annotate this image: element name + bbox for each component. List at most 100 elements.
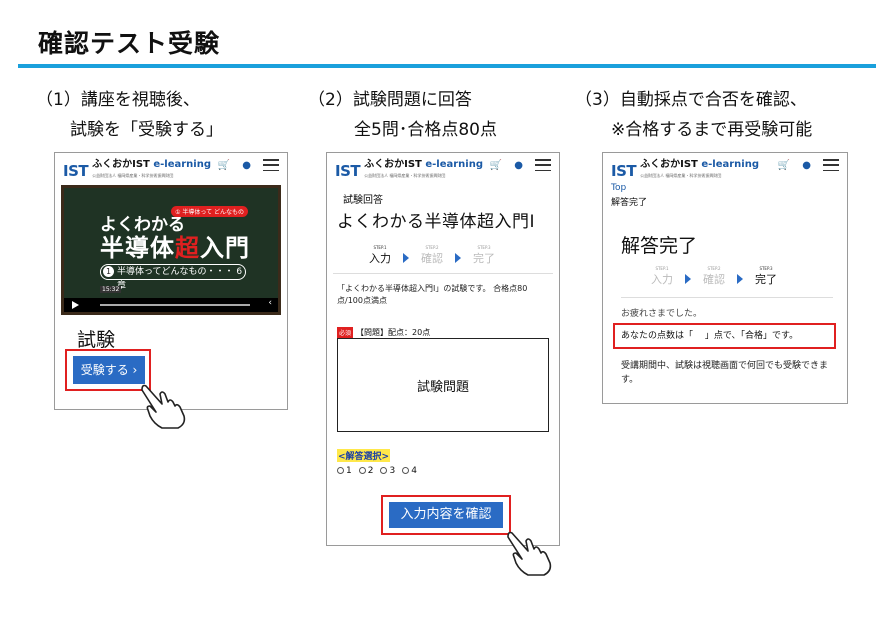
arrow-right-icon [455,253,461,263]
video-badge: ① 半導体って どんなもの [171,206,248,217]
logo-suffix: e-learning [425,159,484,170]
logo-text: ふくおかIST e-learning 公益財団法人 福岡県産業・科学技術振興財団 [364,160,483,181]
question-box: 試験問題 [337,338,549,432]
highlight-box: 受験する › [65,349,151,391]
step1-caption-line2: 試験を「受験する」 [70,120,223,140]
form-stepper: STEP.1 入力 STEP.2 確認 STEP.3 完了 [651,266,777,287]
stepper-step-2: STEP.2 確認 [421,245,443,265]
divider [333,273,553,274]
user-icon[interactable]: ● [242,160,251,171]
step3-caption-line1: （3）自動採点で合否を確認、 [575,90,807,110]
step3-caption: （3）自動採点で合否を確認、 ※合格するまで再受験可能 [575,85,812,145]
logo-name: ふくおかIST [364,159,422,170]
retake-note: 受講期間中、試験は視聴画面で何回でも受験できます。 [621,361,829,385]
answer-option[interactable]: 4 [402,466,417,476]
step3-caption-line2: ※合格するまで再受験可能 [611,120,813,140]
logo-text: ふくおかIST e-learning 公益財団法人 福岡県産業・科学技術振興財団 [640,160,759,181]
chapter-text: 半導体ってどんなもの・・・ 6章 [117,267,243,291]
hamburger-menu-icon[interactable] [823,159,839,171]
logo-name: ふくおかIST [640,159,698,170]
completion-title: 解答完了 [621,235,698,257]
cart-icon[interactable]: 🛒 [490,160,502,171]
site-logo[interactable]: IST ふくおかIST e-learning 公益財団法人 福岡県産業・科学技術… [63,160,211,181]
pointing-hand-icon [141,384,186,429]
logo-subtitle: 公益財団法人 福岡県産業・科学技術振興財団 [640,173,722,178]
divider [621,297,833,298]
page-title: 確認テスト受験 [38,29,221,58]
answer-option[interactable]: 1 [337,466,352,476]
video-title-part-b: 超 [175,234,200,262]
app-header: IST ふくおかIST e-learning 公益財団法人 福岡県産業・科学技術… [603,153,847,183]
question-points: 【問題】配点：20点 [356,328,431,337]
answer-option[interactable]: 2 [358,466,373,476]
hamburger-menu-icon[interactable] [263,159,279,171]
arrow-right-icon [403,253,409,263]
logo-suffix: e-learning [701,159,760,170]
site-logo[interactable]: IST ふくおかIST e-learning 公益財団法人 福岡県産業・科学技術… [611,160,759,181]
video-player[interactable]: よくわかる ① 半導体って どんなもの 半導体超入門 1 半導体ってどんなもの・… [61,185,281,315]
header-icons: 🛒 ● [218,159,279,171]
radio-icon[interactable] [380,467,388,474]
exam-description: 「よくわかる半導体超入門I」の試験です。 合格点80点/100点満点 [337,284,528,305]
phone-screen-2: IST ふくおかIST e-learning 公益財団法人 福岡県産業・科学技術… [326,152,560,546]
logo-suffix: e-learning [153,159,212,170]
form-stepper: STEP.1 入力 STEP.2 確認 STEP.3 完了 [369,245,495,266]
highlight-box: 入力内容を確認 [381,495,511,535]
question-label: 必須 【問題】配点：20点 [337,327,430,338]
stepper-step-3: STEP.3 完了 [755,266,777,286]
stepper-step-1: STEP.1 入力 [369,245,391,265]
answer-options: 1 2 3 4 [337,466,417,476]
exam-heading: 試験 [77,329,116,351]
video-timestamp: 15:32 [100,286,122,293]
score-result: あなたの点数は「 」点で、「合格」です。 [613,323,836,349]
breadcrumb-current: 解答完了 [611,198,648,208]
hamburger-menu-icon[interactable] [535,159,551,171]
stepper-step-1: STEP.1 入力 [651,266,673,286]
logo-mark: IST [611,161,637,180]
logo-subtitle: 公益財団法人 福岡県産業・科学技術振興財団 [364,173,446,178]
video-title-part-c: 入門 [200,234,250,262]
logo-name: ふくおかIST [92,159,150,170]
logo-mark: IST [63,161,89,180]
answer-option[interactable]: 3 [380,466,395,476]
arrow-right-icon [685,274,691,284]
step2-caption: （2）試験問題に回答 全5問･合格点80点 [308,85,497,145]
cart-icon[interactable]: 🛒 [778,160,790,171]
video-controls: ‹ [64,298,278,312]
step1-caption: （1）講座を視聴後、 試験を「受験する」 [36,85,223,145]
answer-select-label: <解答選択> [337,449,391,462]
video-chapter-pill: 1 半導体ってどんなもの・・・ 6章 [100,264,246,291]
phone-screen-1: IST ふくおかIST e-learning 公益財団法人 福岡県産業・科学技術… [54,152,288,410]
confirm-input-button[interactable]: 入力内容を確認 [389,502,503,528]
pointing-hand-icon [507,531,552,576]
step1-caption-line1: （1）講座を視聴後、 [36,90,200,110]
logo-text: ふくおかIST e-learning 公益財団法人 福岡県産業・科学技術振興財団 [92,160,211,181]
user-icon[interactable]: ● [514,160,523,171]
app-header: IST ふくおかIST e-learning 公益財団法人 福岡県産業・科学技術… [327,153,559,183]
user-icon[interactable]: ● [802,160,811,171]
phone-screen-3: IST ふくおかIST e-learning 公益財団法人 福岡県産業・科学技術… [602,152,848,404]
header-icons: 🛒 ● [490,159,551,171]
stepper-step-3: STEP.3 完了 [473,245,495,265]
video-title-line2: 半導体超入門 [100,228,250,263]
chevron-left-icon[interactable]: ‹ [268,298,272,308]
breadcrumb-top-link[interactable]: Top [611,183,626,193]
site-logo[interactable]: IST ふくおかIST e-learning 公益財団法人 福岡県産業・科学技術… [335,160,483,181]
radio-icon[interactable] [358,467,366,474]
radio-icon[interactable] [337,467,344,474]
logo-subtitle: 公益財団法人 福岡県産業・科学技術振興財団 [92,173,174,178]
stepper-step-2: STEP.2 確認 [703,266,725,286]
take-exam-button[interactable]: 受験する › [73,356,145,384]
logo-mark: IST [335,161,361,180]
thanks-message: お疲れさまでした。 [621,309,703,319]
breadcrumb: 試験回答 [343,195,383,206]
header-icons: 🛒 ● [778,159,839,171]
required-badge: 必須 [337,327,354,338]
play-icon[interactable] [72,301,79,309]
course-title: よくわかる半導体超入門I [337,212,536,232]
radio-icon[interactable] [402,467,410,474]
title-underline [18,64,876,68]
video-progress-bar[interactable] [100,304,250,306]
cart-icon[interactable]: 🛒 [218,160,230,171]
step2-caption-line2: 全5問･合格点80点 [354,120,497,140]
